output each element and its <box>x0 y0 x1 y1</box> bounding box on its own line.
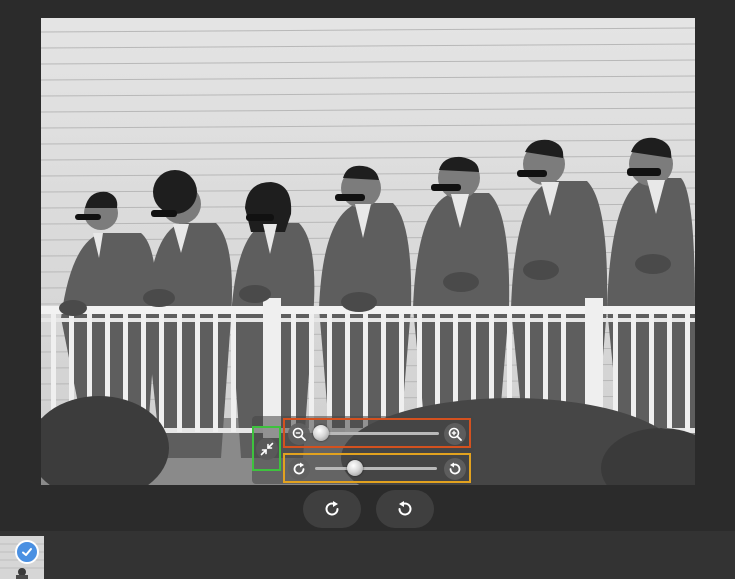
zoom-out-button[interactable] <box>288 423 310 445</box>
rotate-counterclockwise-button[interactable] <box>376 490 434 528</box>
fit-to-screen-button[interactable] <box>252 426 281 471</box>
rotation-slider-thumb[interactable] <box>347 460 364 476</box>
selected-badge <box>15 540 39 564</box>
collapse-arrows-icon <box>260 442 273 455</box>
zoom-in-icon <box>448 427 462 441</box>
zoom-control <box>283 418 471 448</box>
rotation-control <box>283 453 471 483</box>
filmstrip-thumbnail[interactable] <box>0 536 44 579</box>
rotate-left-small-button[interactable] <box>444 458 466 480</box>
rotation-slider[interactable] <box>315 460 437 476</box>
zoom-slider[interactable] <box>313 425 439 441</box>
zoom-in-button[interactable] <box>444 423 466 445</box>
photo-canvas <box>41 18 695 485</box>
filmstrip <box>0 531 735 579</box>
image-preview[interactable] <box>41 18 695 485</box>
rotate-clockwise-icon <box>325 501 339 516</box>
rotate-counterclockwise-icon <box>449 462 461 475</box>
rotate-right-small-button[interactable] <box>288 458 310 480</box>
zoom-slider-thumb[interactable] <box>313 425 329 441</box>
rotate-clockwise-icon <box>293 462 305 475</box>
zoom-out-icon <box>292 427 306 441</box>
photo-editor <box>0 0 735 579</box>
rotate-counterclockwise-icon <box>398 501 412 516</box>
fit-to-screen-icon-wrap <box>255 437 278 460</box>
checkmark-icon <box>22 548 32 556</box>
rotate-clockwise-button[interactable] <box>303 490 361 528</box>
